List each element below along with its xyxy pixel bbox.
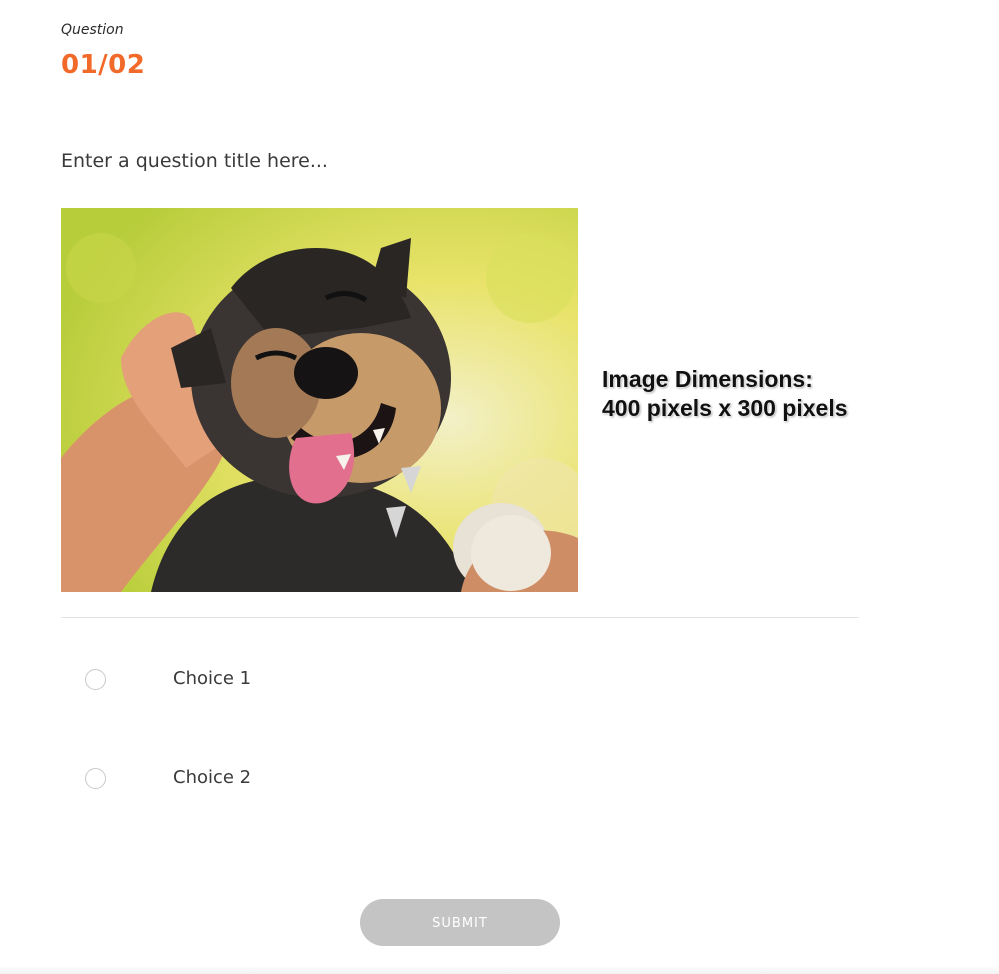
image-dimensions-title: Image Dimensions:: [602, 366, 813, 392]
divider: [61, 617, 859, 618]
choice-item-2[interactable]: Choice 2: [85, 764, 585, 794]
submit-button[interactable]: SUBMIT: [360, 899, 560, 946]
question-image: [61, 208, 578, 592]
question-counter: 01/02: [61, 50, 146, 80]
image-dimensions-value: 400 pixels x 300 pixels: [602, 395, 848, 421]
choice-label: Choice 2: [173, 767, 252, 788]
bottom-shadow: [0, 966, 999, 974]
choice-label: Choice 1: [173, 668, 252, 689]
question-label: Question: [61, 22, 124, 38]
choice-item-1[interactable]: Choice 1: [85, 665, 585, 695]
radio-button[interactable]: [85, 669, 106, 690]
dog-photo-illustration: [61, 208, 578, 592]
question-title-placeholder[interactable]: Enter a question title here...: [61, 150, 328, 172]
radio-button[interactable]: [85, 768, 106, 789]
image-dimensions-note: Image Dimensions: 400 pixels x 300 pixel…: [602, 365, 848, 423]
